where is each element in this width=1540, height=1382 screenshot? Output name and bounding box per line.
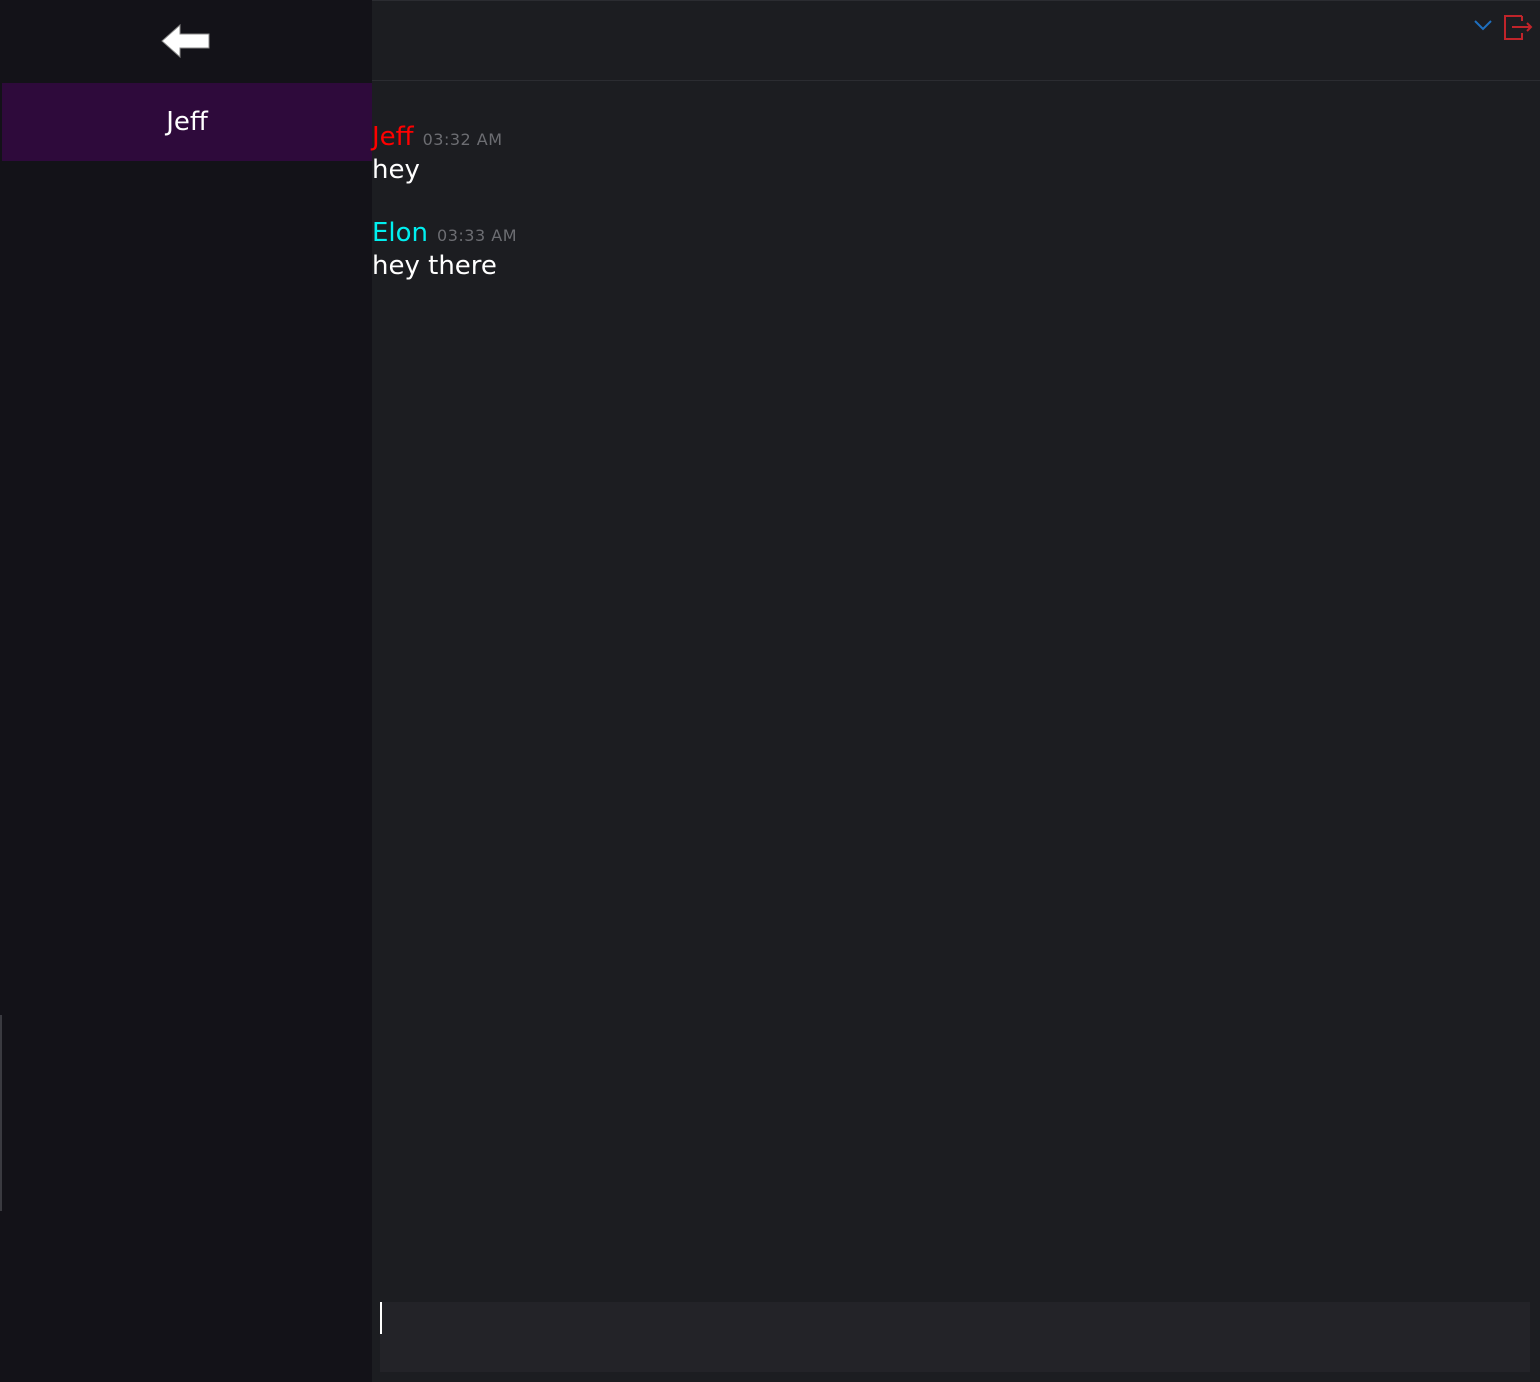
message-header: Jeff 03:32 AM: [372, 120, 1540, 154]
chevron-down-button[interactable]: [1472, 16, 1494, 34]
text-caret: [380, 1302, 382, 1334]
message-text: hey there: [372, 251, 497, 281]
message-timestamp: 03:32 AM: [422, 130, 503, 149]
chevron-down-icon: [1472, 19, 1494, 38]
logout-icon: [1502, 15, 1534, 46]
contact-item-jeff[interactable]: Jeff: [2, 83, 372, 161]
chat-app: Jeff Jeff 03:32 AM hey Elon 03:33 AM hey…: [0, 0, 1540, 1382]
message-text: hey: [372, 155, 420, 185]
top-bar: [372, 0, 1540, 81]
message-composer[interactable]: [380, 1302, 1530, 1372]
sidebar: Jeff: [0, 0, 372, 1382]
message: Elon 03:33 AM hey there: [372, 216, 1540, 282]
message-author: Jeff: [372, 122, 414, 152]
back-button[interactable]: [0, 0, 372, 82]
message-list: Jeff 03:32 AM hey Elon 03:33 AM hey ther…: [372, 120, 1540, 312]
message-author: Elon: [372, 218, 429, 248]
arrow-left-icon: [160, 23, 212, 59]
message-input[interactable]: [386, 1302, 1516, 1334]
chat-main: Jeff 03:32 AM hey Elon 03:33 AM hey ther…: [372, 0, 1540, 1382]
sidebar-scrollbar[interactable]: [0, 1015, 2, 1211]
logout-button[interactable]: [1502, 10, 1534, 42]
contact-label: Jeff: [166, 107, 208, 137]
top-divider: [372, 0, 1540, 1]
message: Jeff 03:32 AM hey: [372, 120, 1540, 186]
message-timestamp: 03:33 AM: [437, 226, 517, 245]
message-header: Elon 03:33 AM: [372, 216, 1540, 250]
